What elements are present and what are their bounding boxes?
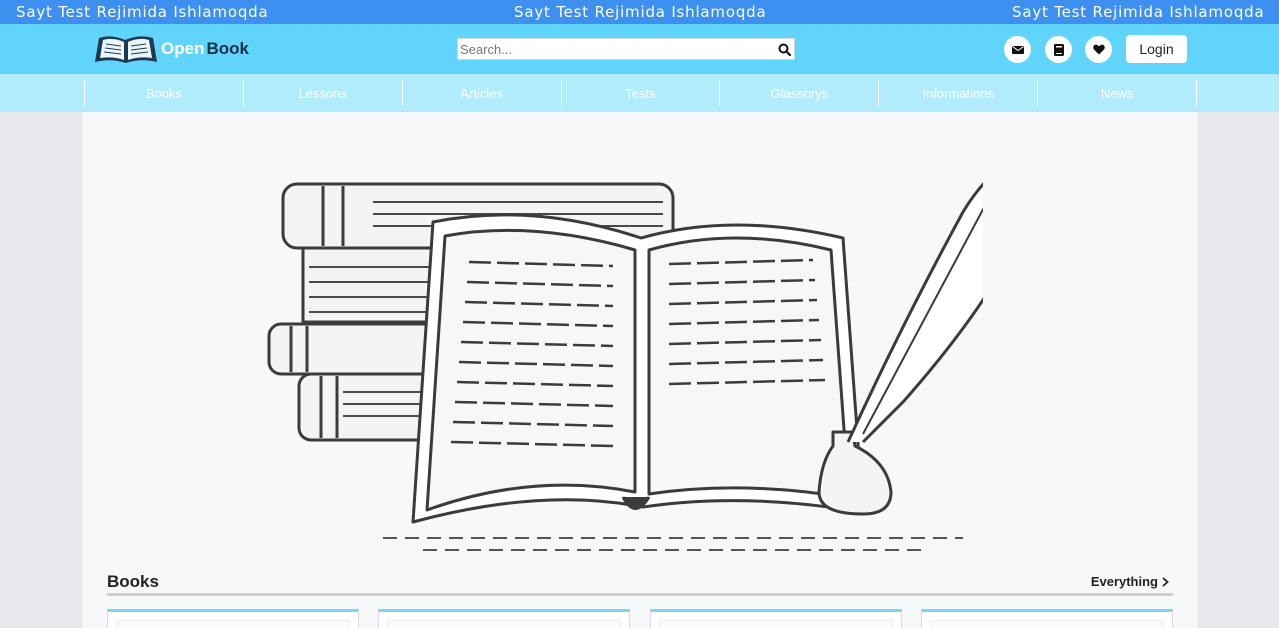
search-bar (457, 38, 795, 60)
login-button[interactable]: Login (1126, 35, 1187, 63)
site-header: Open Book Login (0, 24, 1279, 74)
banner-message: Sayt Test Rejimida Ishlamoqda (1012, 3, 1265, 21)
nav-item-books[interactable]: Books (85, 80, 244, 106)
book-card-thumbnail (387, 620, 621, 628)
nav-item-glossary[interactable]: Glassorys (720, 80, 880, 106)
nav-item-news[interactable]: News (1038, 80, 1198, 106)
book-card[interactable] (107, 609, 359, 628)
main-nav: Books Lessons Articles Tests Glassorys I… (0, 74, 1279, 112)
everything-link-label: Everything (1090, 574, 1158, 589)
library-button[interactable] (1045, 36, 1072, 63)
book-card-thumbnail (930, 620, 1164, 628)
test-mode-banner: Sayt Test Rejimida Ishlamoqda Sayt Test … (0, 0, 1279, 24)
book-icon (1053, 43, 1064, 56)
logo[interactable]: Open Book (93, 32, 249, 66)
chevron-right-icon (1162, 576, 1169, 587)
nav-item-tests[interactable]: Tests (562, 80, 721, 106)
search-icon[interactable] (774, 43, 794, 56)
book-card[interactable] (921, 609, 1173, 628)
envelope-icon (1011, 45, 1024, 54)
everything-link[interactable]: Everything (1091, 574, 1169, 589)
books-section-title: Books (107, 572, 159, 591)
hero-open-book-illustration (267, 182, 983, 551)
favorites-button[interactable] (1085, 36, 1112, 63)
banner-message: Sayt Test Rejimida Ishlamoqda (514, 3, 767, 21)
heart-icon (1092, 44, 1105, 55)
book-card[interactable] (650, 609, 902, 628)
nav-item-articles[interactable]: Articles (403, 80, 562, 106)
search-input[interactable] (458, 39, 774, 59)
logo-text-book: Book (206, 39, 249, 58)
logo-text-open: Open (161, 39, 205, 58)
open-book-logo-icon (95, 36, 157, 63)
banner-message: Sayt Test Rejimida Ishlamoqda (16, 3, 269, 21)
main-content: Books Everything (83, 112, 1197, 628)
section-divider (107, 593, 1173, 596)
book-card-thumbnail (116, 620, 350, 628)
nav-item-lessons[interactable]: Lessons (244, 80, 403, 106)
book-card-thumbnail (659, 620, 893, 628)
nav-item-informations[interactable]: Informations (879, 80, 1039, 106)
messages-button[interactable] (1004, 36, 1031, 63)
book-card[interactable] (378, 609, 630, 628)
